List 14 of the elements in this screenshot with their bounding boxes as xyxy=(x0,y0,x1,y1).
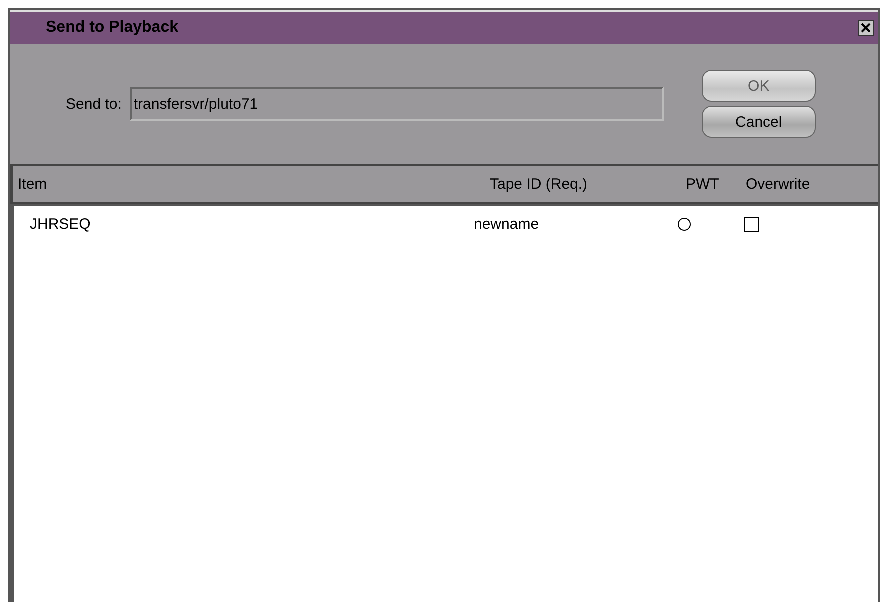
send-to-label: Send to: xyxy=(66,96,122,112)
close-icon xyxy=(861,23,871,33)
column-header[interactable]: Tape ID (Req.) xyxy=(490,176,686,192)
close-button[interactable] xyxy=(858,20,874,36)
column-header[interactable]: Overwrite xyxy=(746,176,856,192)
send-to-field[interactable]: transfersvr/pluto71 xyxy=(130,87,664,121)
column-header[interactable]: Item xyxy=(13,176,490,192)
overwrite-checkbox[interactable] xyxy=(744,216,759,232)
window-title: Send to Playback xyxy=(46,19,178,37)
table-cell-text: JHRSEQ xyxy=(29,216,92,232)
dialog-button[interactable]: Cancel xyxy=(702,106,816,138)
column-header[interactable]: PWT xyxy=(686,176,746,192)
pwt-radio[interactable] xyxy=(678,218,691,230)
table-cell-text: newname xyxy=(474,216,540,232)
